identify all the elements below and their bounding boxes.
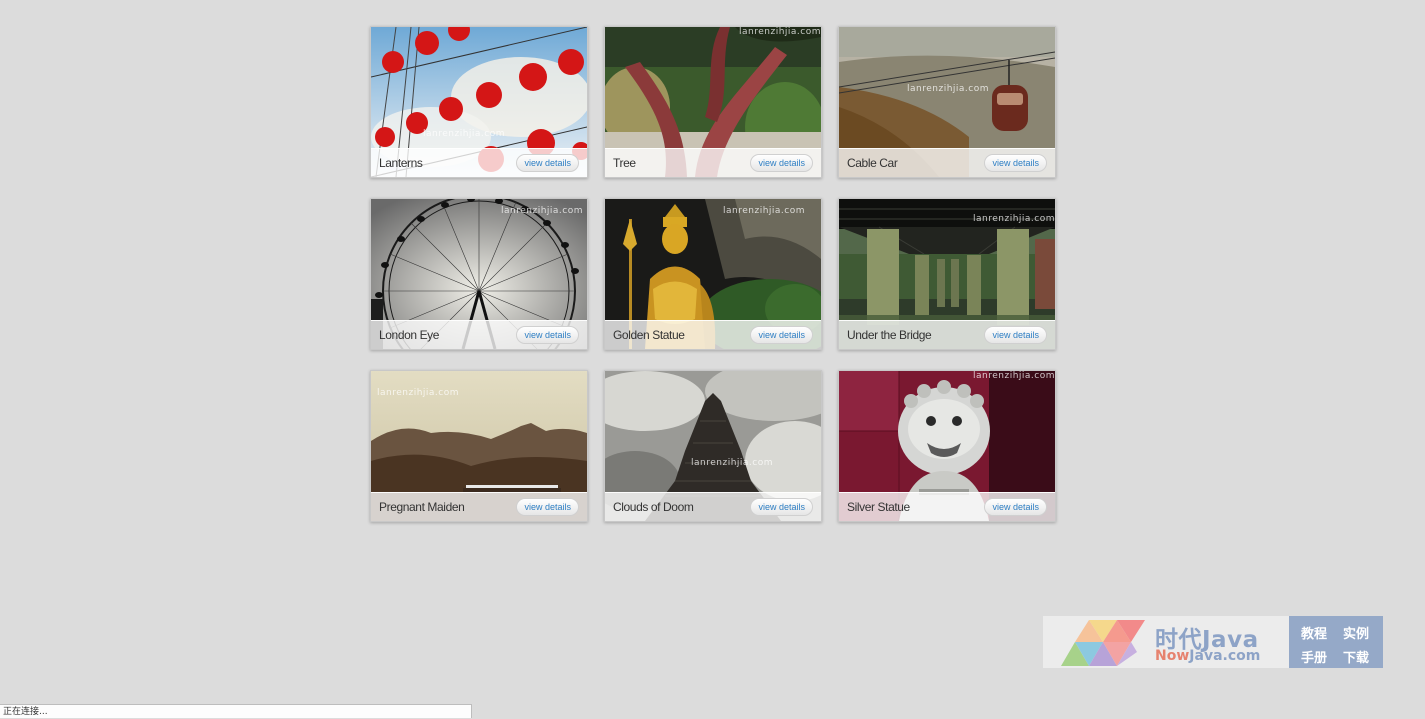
card-title: Clouds of Doom (613, 500, 694, 514)
view-details-button[interactable]: view details (750, 498, 813, 516)
caption-bar: Cable Car view details (839, 148, 1055, 177)
promo-link-examples[interactable]: 实例 (1343, 623, 1369, 642)
card-title: Under the Bridge (847, 328, 932, 342)
watermark-text: lanrenzihjia.com (739, 27, 821, 37)
promo-links-panel: 教程 实例 手册 下载 (1289, 616, 1383, 668)
card-title: London Eye (379, 328, 440, 342)
brand-url-prefix: Now (1155, 648, 1190, 664)
watermark-text: lanrenzihjia.com (423, 129, 505, 139)
caption-bar: Clouds of Doom view details (605, 492, 821, 521)
gallery-card-clouds-of-doom[interactable]: lanrenzihjia.com Clouds of Doom view det… (604, 370, 822, 522)
view-details-button[interactable]: view details (516, 326, 579, 344)
browser-status-bar: 正在连接... (0, 704, 472, 718)
triangles-logo-icon (1061, 620, 1151, 671)
watermark-text: lanrenzihjia.com (501, 206, 583, 216)
promo-link-download[interactable]: 下载 (1343, 647, 1369, 666)
gallery-card-lanterns[interactable]: lanrenzihjia.com Lanterns view details (370, 26, 588, 178)
gallery-card-pregnant-maiden[interactable]: lanrenzihjia.com Pregnant Maiden view de… (370, 370, 588, 522)
caption-bar: Golden Statue view details (605, 320, 821, 349)
watermark-text: lanrenzihjia.com (973, 214, 1055, 224)
card-title: Tree (613, 156, 636, 170)
gallery-card-tree[interactable]: lanrenzihjia.com Tree view details (604, 26, 822, 178)
promo-link-tutorial[interactable]: 教程 (1301, 623, 1327, 642)
view-details-button[interactable]: view details (516, 154, 579, 172)
watermark-text: lanrenzihjia.com (907, 84, 989, 94)
brand-url: NowJava.com (1155, 648, 1260, 664)
brand-url-rest: Java.com (1189, 648, 1261, 664)
caption-bar: Silver Statue view details (839, 492, 1055, 521)
view-details-button[interactable]: view details (984, 498, 1047, 516)
caption-bar: Lanterns view details (371, 148, 587, 177)
gallery-card-under-the-bridge[interactable]: lanrenzihjia.com Under the Bridge view d… (838, 198, 1056, 350)
card-title: Lanterns (379, 156, 423, 170)
card-title: Pregnant Maiden (379, 500, 465, 514)
site-promo-banner[interactable]: 时代Java NowJava.com 教程 实例 手册 下载 (1043, 616, 1383, 668)
view-details-button[interactable]: view details (984, 326, 1047, 344)
caption-bar: Pregnant Maiden view details (371, 492, 587, 521)
caption-bar: London Eye view details (371, 320, 587, 349)
view-details-button[interactable]: view details (750, 154, 813, 172)
card-title: Golden Statue (613, 328, 685, 342)
watermark-text: lanrenzihjia.com (691, 458, 773, 468)
view-details-button[interactable]: view details (516, 498, 579, 516)
gallery-grid: lanrenzihjia.com Lanterns view details l… (370, 26, 1056, 522)
gallery-card-silver-statue[interactable]: lanrenzihjia.com Silver Statue view deta… (838, 370, 1056, 522)
watermark-text: lanrenzihjia.com (973, 371, 1055, 381)
view-details-button[interactable]: view details (984, 154, 1047, 172)
gallery-card-golden-statue[interactable]: lanrenzihjia.com Golden Statue view deta… (604, 198, 822, 350)
card-title: Silver Statue (847, 500, 910, 514)
gallery-card-london-eye[interactable]: lanrenzihjia.com London Eye view details (370, 198, 588, 350)
card-title: Cable Car (847, 156, 898, 170)
watermark-text: lanrenzihjia.com (377, 388, 459, 398)
view-details-button[interactable]: view details (750, 326, 813, 344)
caption-bar: Tree view details (605, 148, 821, 177)
watermark-text: lanrenzihjia.com (723, 206, 805, 216)
caption-bar: Under the Bridge view details (839, 320, 1055, 349)
gallery-card-cable-car[interactable]: lanrenzihjia.com Cable Car view details (838, 26, 1056, 178)
promo-link-manual[interactable]: 手册 (1301, 647, 1327, 666)
